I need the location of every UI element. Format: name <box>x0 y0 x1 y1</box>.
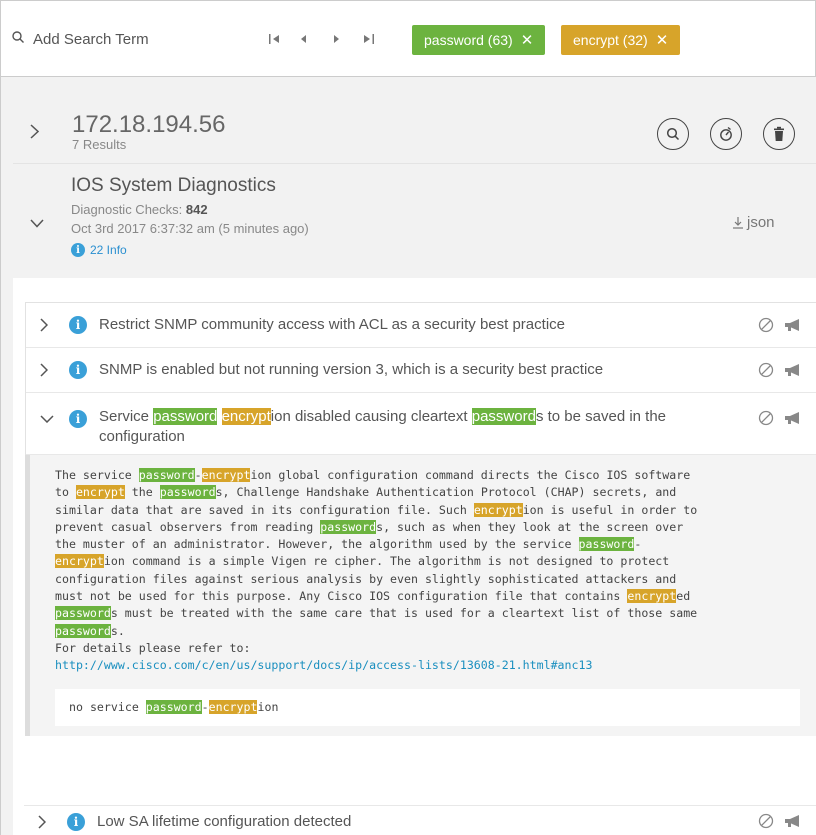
info-icon: i <box>67 813 85 831</box>
info-count[interactable]: i 22 Info <box>71 243 127 257</box>
delete-host-button[interactable] <box>763 118 795 150</box>
close-icon[interactable]: ✕ <box>521 31 534 49</box>
issue-title: Low SA lifetime configuration detected <box>97 813 352 830</box>
list-item[interactable]: i Service password encryption disabled c… <box>26 393 816 455</box>
diagnostic-checks: Diagnostic Checks: 842 <box>71 202 208 217</box>
ignore-icon[interactable] <box>758 362 774 378</box>
list-item[interactable]: i SNMP is enabled but not running versio… <box>26 348 816 393</box>
list-item[interactable]: i Low SA lifetime configuration detected <box>24 805 816 835</box>
highlight-encrypt: encrypt <box>221 408 271 425</box>
chevron-down-icon[interactable] <box>30 219 44 228</box>
megaphone-icon[interactable] <box>784 814 802 828</box>
run-diagnostics-button[interactable] <box>710 118 742 150</box>
fix-command: no service password-encryption <box>55 688 800 726</box>
next-icon[interactable] <box>332 32 340 46</box>
code-text: ion <box>257 699 279 714</box>
chevron-right-icon[interactable] <box>40 363 48 377</box>
megaphone-icon[interactable] <box>784 318 802 332</box>
highlight-password: password <box>145 699 202 714</box>
host-results-count: 7 Results <box>72 137 127 152</box>
ignore-icon[interactable] <box>758 410 774 426</box>
host-ip: 172.18.194.56 <box>72 111 226 138</box>
code-text: - <box>201 699 209 714</box>
megaphone-icon[interactable] <box>784 411 802 425</box>
issue-title: SNMP is enabled but not running version … <box>99 361 604 378</box>
info-count-label: 22 Info <box>90 243 127 257</box>
checks-value: 842 <box>185 202 208 217</box>
text <box>217 408 221 425</box>
info-icon: i <box>69 316 87 334</box>
diagnostic-date: Oct 3rd 2017 6:37:32 am (5 minutes ago) <box>71 221 309 236</box>
chevron-down-icon[interactable] <box>40 415 54 423</box>
megaphone-icon[interactable] <box>784 363 802 377</box>
download-json-button[interactable]: json <box>733 214 775 231</box>
search-input[interactable] <box>33 25 243 53</box>
detail-description: The service password-encryption global c… <box>55 468 698 673</box>
info-icon: i <box>71 243 85 257</box>
info-icon: i <box>69 410 87 428</box>
diagnostic-title: IOS System Diagnostics <box>71 175 276 196</box>
tag-password[interactable]: password (63) ✕ <box>412 25 546 55</box>
last-page-icon[interactable] <box>362 32 374 46</box>
list-item[interactable]: i Restrict SNMP community access with AC… <box>26 303 816 348</box>
text: ion disabled causing cleartext <box>270 408 472 425</box>
issue-title: Service password encryption disabled cau… <box>99 407 689 447</box>
json-label: json <box>747 214 775 231</box>
chevron-right-icon[interactable] <box>30 124 39 139</box>
host-header[interactable]: 172.18.194.56 7 Results <box>1 87 816 165</box>
chevron-right-icon[interactable] <box>40 318 48 332</box>
previous-icon[interactable] <box>300 32 308 46</box>
chevron-right-icon[interactable] <box>38 815 46 829</box>
download-icon <box>733 216 743 229</box>
search-icon <box>12 31 24 43</box>
highlight-password: password <box>153 408 218 425</box>
ignore-icon[interactable] <box>758 317 774 333</box>
search-toolbar: password (63) ✕ encrypt (32) ✕ <box>0 0 816 76</box>
close-icon[interactable]: ✕ <box>656 31 669 49</box>
issue-list: i Restrict SNMP community access with AC… <box>25 302 816 456</box>
text: Service <box>99 408 154 425</box>
refer-label: For details please refer to: <box>55 640 251 655</box>
code-text: no service <box>69 699 146 714</box>
tag-label: password (63) <box>424 32 513 48</box>
search-host-button[interactable] <box>657 118 689 150</box>
issue-detail: The service password-encryption global c… <box>25 455 816 736</box>
first-page-icon[interactable] <box>269 32 281 46</box>
trash-icon <box>774 126 784 141</box>
tag-encrypt[interactable]: encrypt (32) ✕ <box>561 25 681 55</box>
info-icon: i <box>69 361 87 379</box>
diagnostic-header[interactable]: IOS System Diagnostics Diagnostic Checks… <box>13 163 816 278</box>
search-icon <box>666 127 680 141</box>
checks-label: Diagnostic Checks: <box>71 202 183 217</box>
stopwatch-icon <box>720 126 732 141</box>
reference-link[interactable]: http://www.cisco.com/c/en/us/support/doc… <box>55 658 592 672</box>
highlight-encrypt: encrypt <box>208 699 258 714</box>
ignore-icon[interactable] <box>758 813 774 829</box>
tag-label: encrypt (32) <box>573 32 648 48</box>
issue-title: Restrict SNMP community access with ACL … <box>99 316 565 333</box>
highlight-password: password <box>471 408 536 425</box>
